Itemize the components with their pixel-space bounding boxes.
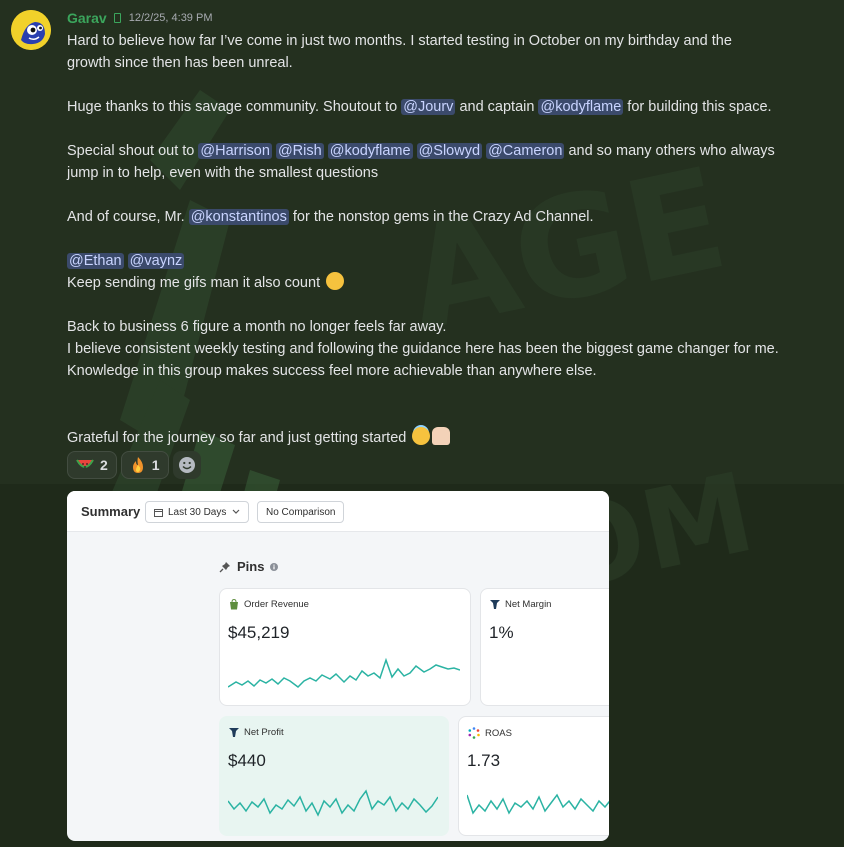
message-line: Grateful for the journey so far and just… — [67, 427, 837, 449]
mention-ethan[interactable]: @Ethan — [67, 253, 124, 269]
mention-rish[interactable]: @Rish — [275, 143, 324, 159]
tile-value: $45,219 — [228, 623, 290, 642]
shopify-bag-icon — [230, 599, 238, 610]
tile-value: 1% — [489, 623, 514, 642]
metric-tile-net-margin[interactable]: Net Margin 1% — [480, 588, 609, 706]
tile-title: Order Revenue — [244, 599, 309, 610]
tile-value: 1.73 — [467, 751, 501, 770]
message-line: Hard to believe how far I’ve come in jus… — [67, 33, 732, 49]
message-line: And of course, Mr. @konstantinos for the… — [67, 209, 594, 225]
metric-tile-net-profit[interactable]: Net Profit $440 — [219, 716, 449, 836]
avatar[interactable] — [11, 10, 51, 50]
reactions-bar: 2 1 — [67, 451, 201, 479]
comparison-dropdown[interactable]: No Comparison — [257, 501, 345, 523]
fire-icon — [132, 457, 143, 473]
summary-title: Summary — [81, 504, 141, 519]
tile-title: Net Margin — [505, 599, 552, 610]
roas-dots-icon — [468, 727, 480, 739]
sparkline-net-profit — [228, 789, 438, 817]
pins-header: Pins — [219, 559, 279, 574]
mention-konstantinos[interactable]: @konstantinos — [188, 209, 289, 225]
watermelon-icon — [76, 459, 94, 468]
pins-title: Pins — [237, 559, 265, 574]
message-line: Knowledge in this group makes success fe… — [67, 363, 597, 379]
mention-slowyd[interactable]: @Slowyd — [416, 143, 483, 159]
triple-whale-icon — [490, 600, 500, 609]
metric-tile-order-revenue[interactable]: Order Revenue $45,219 — [219, 588, 471, 706]
add-reaction-button[interactable] — [172, 451, 201, 479]
message-line: Huge thanks to this savage community. Sh… — [67, 99, 772, 115]
smiley-icon — [178, 457, 195, 473]
dashboard-screenshot-attachment[interactable]: Summary Last 30 Days No Comparison Pins … — [67, 491, 609, 841]
mention-jourv[interactable]: @Jourv — [401, 99, 456, 115]
mention-kodyflame[interactable]: @kodyflame — [538, 99, 624, 115]
info-icon — [270, 562, 279, 571]
reaction-watermelon[interactable]: 2 — [67, 451, 117, 479]
date-range-label: Last 30 Days — [168, 506, 227, 518]
sparkline-roas — [467, 793, 609, 815]
halo-face-emoji-icon — [412, 427, 431, 445]
metric-tile-roas[interactable]: ROAS 1.73 — [458, 716, 609, 836]
sparkline-order-revenue — [228, 657, 460, 688]
timestamp: 12/2/25, 4:39 PM — [128, 12, 213, 24]
mention-harrison[interactable]: @Harrison — [198, 143, 272, 159]
message-line: I believe consistent weekly testing and … — [67, 341, 779, 357]
message-line: Back to business 6 figure a month no lon… — [67, 319, 447, 335]
role-badge-icon — [113, 13, 121, 23]
avatar-robot-icon — [11, 10, 51, 50]
date-range-dropdown[interactable]: Last 30 Days — [145, 501, 250, 523]
folded-hands-emoji-icon — [432, 427, 451, 445]
mention-kodyflame[interactable]: @kodyflame — [327, 143, 413, 159]
reaction-count: 1 — [151, 457, 160, 473]
pin-icon — [219, 561, 230, 572]
reaction-count: 2 — [100, 457, 108, 473]
message-body: Hard to believe how far I’ve come in jus… — [67, 30, 837, 449]
comparison-label: No Comparison — [266, 506, 336, 518]
rolling-laughing-emoji-icon — [326, 272, 345, 290]
tile-title: ROAS — [485, 727, 512, 739]
message-line: growth since then has been unreal. — [67, 55, 293, 71]
message-line: Special shout out to @Harrison @Rish @ko… — [67, 143, 775, 159]
tile-title: Net Profit — [244, 727, 284, 738]
message-line: @Ethan @vaynz — [67, 250, 837, 272]
triple-whale-icon — [229, 728, 239, 737]
message-line: Keep sending me gifs man it also count — [67, 272, 837, 294]
username[interactable]: Garav — [67, 10, 107, 26]
summary-bar: Summary Last 30 Days No Comparison — [67, 491, 609, 532]
message-header: Garav 12/2/25, 4:39 PM — [67, 9, 212, 27]
calendar-icon — [154, 508, 163, 517]
reaction-fire[interactable]: 1 — [120, 451, 169, 479]
mention-vaynz[interactable]: @vaynz — [127, 253, 185, 269]
chevron-down-icon — [232, 509, 240, 514]
tile-value: $440 — [228, 751, 266, 770]
message-line: jump in to help, even with the smallest … — [67, 165, 379, 181]
mention-cameron[interactable]: @Cameron — [486, 143, 565, 159]
